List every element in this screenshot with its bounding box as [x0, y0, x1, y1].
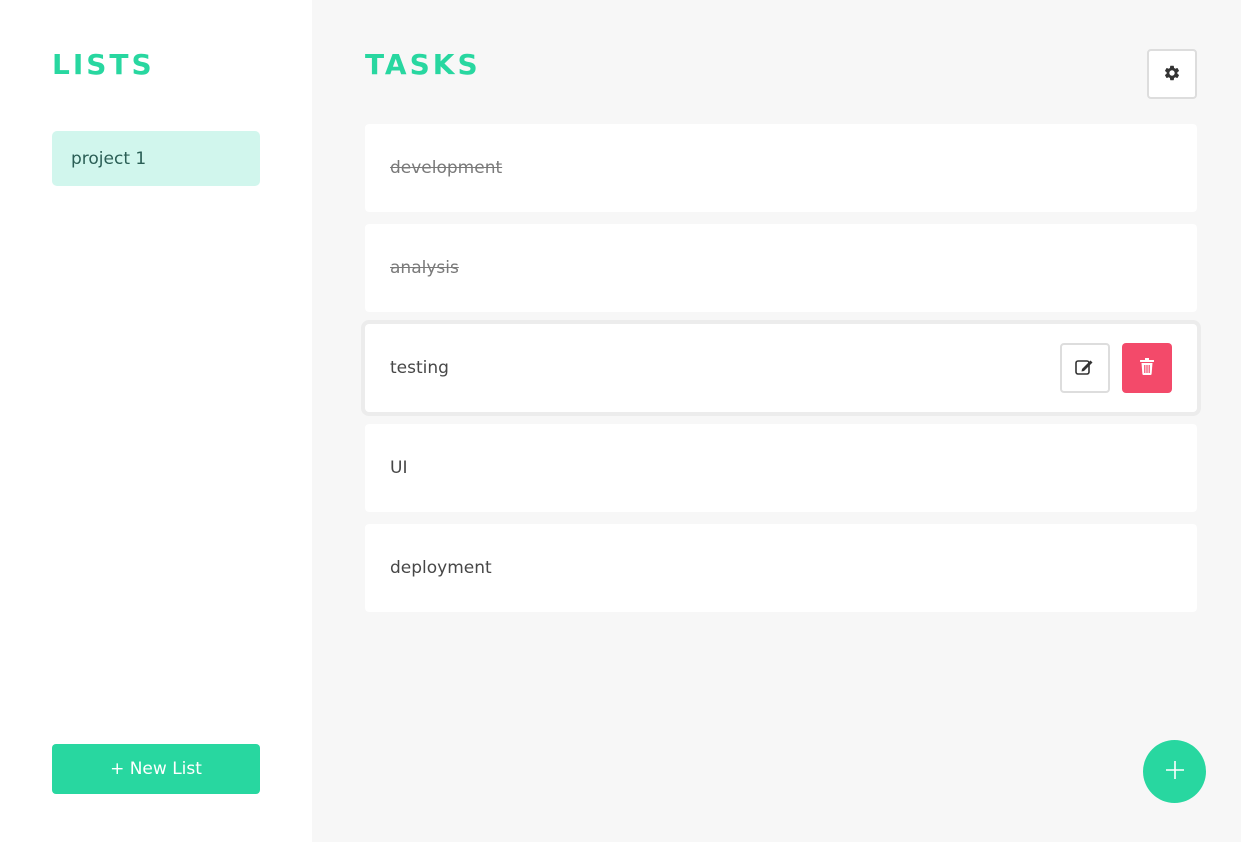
task-label: UI: [390, 458, 408, 478]
app: LISTS project 1 + New List TASKS develop…: [0, 0, 1241, 842]
gear-icon: [1163, 64, 1181, 85]
plus-icon: [1165, 760, 1185, 783]
lists-title: LISTS: [52, 48, 155, 81]
tasks-title: TASKS: [365, 48, 481, 81]
delete-task-button[interactable]: [1122, 343, 1172, 393]
edit-icon: [1075, 358, 1095, 379]
task-label: analysis: [390, 258, 459, 278]
edit-task-button[interactable]: [1060, 343, 1110, 393]
list-item-project-1[interactable]: project 1: [52, 131, 260, 186]
sidebar: LISTS project 1 + New List: [0, 0, 312, 842]
list-item-label: project 1: [71, 148, 147, 169]
task-item-analysis[interactable]: analysis: [365, 224, 1197, 312]
task-item-development[interactable]: development: [365, 124, 1197, 212]
settings-button[interactable]: [1147, 49, 1197, 99]
task-label: testing: [390, 358, 449, 378]
task-item-ui[interactable]: UI: [365, 424, 1197, 512]
task-label: development: [390, 158, 503, 178]
task-item-testing[interactable]: testing: [365, 324, 1197, 412]
task-actions: [1060, 343, 1172, 393]
main-panel: TASKS development analysis testing UI de…: [312, 0, 1241, 842]
add-task-button[interactable]: [1143, 740, 1206, 803]
new-list-button[interactable]: + New List: [52, 744, 260, 794]
task-item-deployment[interactable]: deployment: [365, 524, 1197, 612]
trash-icon: [1140, 358, 1154, 378]
task-label: deployment: [390, 558, 492, 578]
